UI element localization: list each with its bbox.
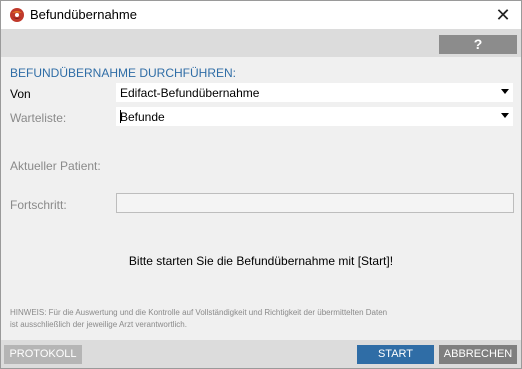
hint-text: HINWEIS: Für die Auswertung und die Kont… [10, 307, 480, 331]
von-select-value: Edifact-Befundübernahme [120, 86, 260, 100]
patient-label: Aktueller Patient: [10, 159, 101, 173]
chevron-down-icon[interactable] [501, 89, 509, 94]
window-title: Befundübernahme [30, 7, 137, 22]
help-button[interactable]: ? [439, 35, 517, 54]
start-button[interactable]: START [357, 345, 434, 364]
progress-bar [116, 193, 514, 213]
dialog-window: Befundübernahme ✕ ? BEFUNDÜBERNAHME DURC… [0, 0, 522, 369]
warteliste-select[interactable]: Befunde [116, 107, 513, 126]
close-icon[interactable]: ✕ [493, 5, 513, 25]
fortschritt-label: Fortschritt: [10, 198, 67, 212]
hint-line: ist ausschließlich der jeweilige Arzt ve… [10, 320, 187, 329]
protokoll-button[interactable]: PROTOKOLL [4, 345, 82, 364]
abbrechen-button[interactable]: ABBRECHEN [439, 345, 517, 364]
chevron-down-icon[interactable] [501, 113, 509, 118]
app-logo-icon [10, 8, 24, 22]
help-toolbar: ? [1, 29, 521, 57]
von-label: Von [10, 87, 31, 101]
warteliste-select-value: Befunde [120, 110, 165, 124]
title-bar[interactable]: Befundübernahme ✕ [1, 1, 521, 29]
warteliste-label: Warteliste: [10, 111, 67, 125]
button-bar: PROTOKOLL START ABBRECHEN [1, 340, 521, 368]
section-title: BEFUNDÜBERNAHME DURCHFÜHREN: [10, 66, 237, 80]
von-select[interactable]: Edifact-Befundübernahme [116, 83, 513, 102]
hint-line: HINWEIS: Für die Auswertung und die Kont… [10, 308, 388, 317]
status-message: Bitte starten Sie die Befundübernahme mi… [128, 254, 394, 268]
